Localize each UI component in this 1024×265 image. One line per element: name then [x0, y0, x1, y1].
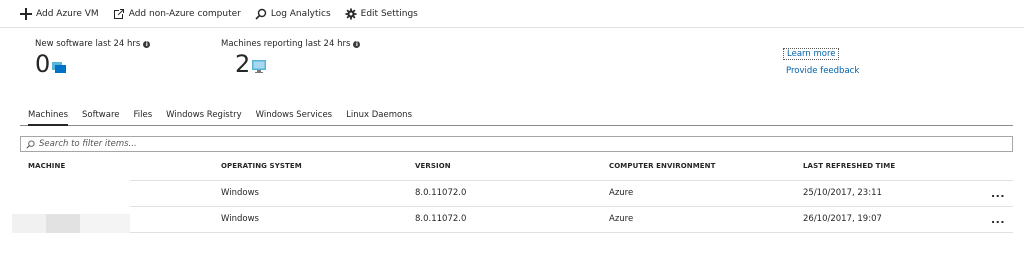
- column-header-last-refreshed-time[interactable]: LAST REFRESHED TIME: [803, 162, 895, 170]
- edit-settings-button[interactable]: Edit Settings: [345, 0, 418, 28]
- os-cell: Windows: [221, 188, 259, 198]
- redacted-machine-name: [12, 214, 46, 233]
- info-icon[interactable]: i: [353, 40, 361, 48]
- tab-software[interactable]: Software: [82, 106, 119, 126]
- environment-cell: Azure: [609, 214, 634, 224]
- new-software-label: New software last 24 hrs: [35, 39, 141, 49]
- log-analytics-button[interactable]: Log Analytics: [255, 0, 331, 28]
- new-software-stat: New software last 24 hrs i 0: [35, 39, 151, 78]
- info-icon[interactable]: i: [143, 40, 151, 48]
- tab-windows-registry[interactable]: Windows Registry: [166, 106, 241, 126]
- learn-more-link[interactable]: Learn more: [783, 48, 840, 60]
- tab-linux-daemons[interactable]: Linux Daemons: [346, 106, 412, 126]
- provide-feedback-link[interactable]: Provide feedback: [786, 66, 859, 76]
- gear-icon: [345, 8, 357, 19]
- row-divider: [130, 232, 1013, 233]
- machines-reporting-label: Machines reporting last 24 hrs: [221, 39, 351, 49]
- column-header-operating-system[interactable]: OPERATING SYSTEM: [221, 162, 302, 170]
- machines-reporting-stat: Machines reporting last 24 hrs i 2: [221, 39, 361, 78]
- tab-windows-services[interactable]: Windows Services: [256, 106, 333, 126]
- redacted-machine-name: [80, 214, 130, 233]
- os-cell: Windows: [221, 214, 259, 224]
- filter-search-box[interactable]: [20, 136, 1013, 152]
- edit-settings-label: Edit Settings: [360, 8, 418, 19]
- search-icon: [255, 8, 267, 20]
- add-non-azure-computer-button[interactable]: Add non-Azure computer: [113, 0, 241, 28]
- redacted-machine-name: [46, 214, 80, 233]
- external-link-icon: [113, 8, 124, 19]
- row-more-options-button[interactable]: ...: [991, 213, 1005, 226]
- column-header-machine[interactable]: MACHINE: [28, 162, 65, 170]
- column-header-computer-environment[interactable]: COMPUTER ENVIRONMENT: [609, 162, 716, 170]
- log-analytics-label: Log Analytics: [270, 8, 331, 19]
- last-refreshed-cell: 25/10/2017, 23:11: [803, 188, 882, 198]
- new-software-count: 0: [35, 50, 51, 78]
- environment-cell: Azure: [609, 188, 634, 198]
- column-header-version[interactable]: VERSION: [415, 162, 451, 170]
- row-divider: [130, 180, 1013, 181]
- search-input[interactable]: [39, 139, 999, 149]
- version-cell: 8.0.11072.0: [415, 188, 467, 198]
- software-icon: [52, 62, 67, 73]
- tab-machines[interactable]: Machines: [28, 106, 69, 126]
- add-azure-vm-button[interactable]: Add Azure VM: [20, 0, 99, 28]
- plus-icon: [20, 7, 32, 20]
- row-more-options-button[interactable]: ...: [991, 187, 1005, 200]
- add-azure-vm-label: Add Azure VM: [36, 8, 99, 19]
- computer-monitor-icon: [252, 60, 267, 73]
- tab-bar: Machines Software Files Windows Registry…: [20, 106, 1013, 126]
- last-refreshed-cell: 26/10/2017, 19:07: [803, 214, 882, 224]
- tab-files[interactable]: Files: [134, 106, 153, 126]
- row-divider: [130, 206, 1013, 207]
- command-bar: Add Azure VM Add non-Azure computer Log …: [0, 0, 1024, 28]
- add-non-azure-computer-label: Add non-Azure computer: [128, 8, 241, 19]
- version-cell: 8.0.11072.0: [415, 214, 467, 224]
- search-icon: [26, 139, 35, 149]
- machines-reporting-count: 2: [235, 50, 251, 78]
